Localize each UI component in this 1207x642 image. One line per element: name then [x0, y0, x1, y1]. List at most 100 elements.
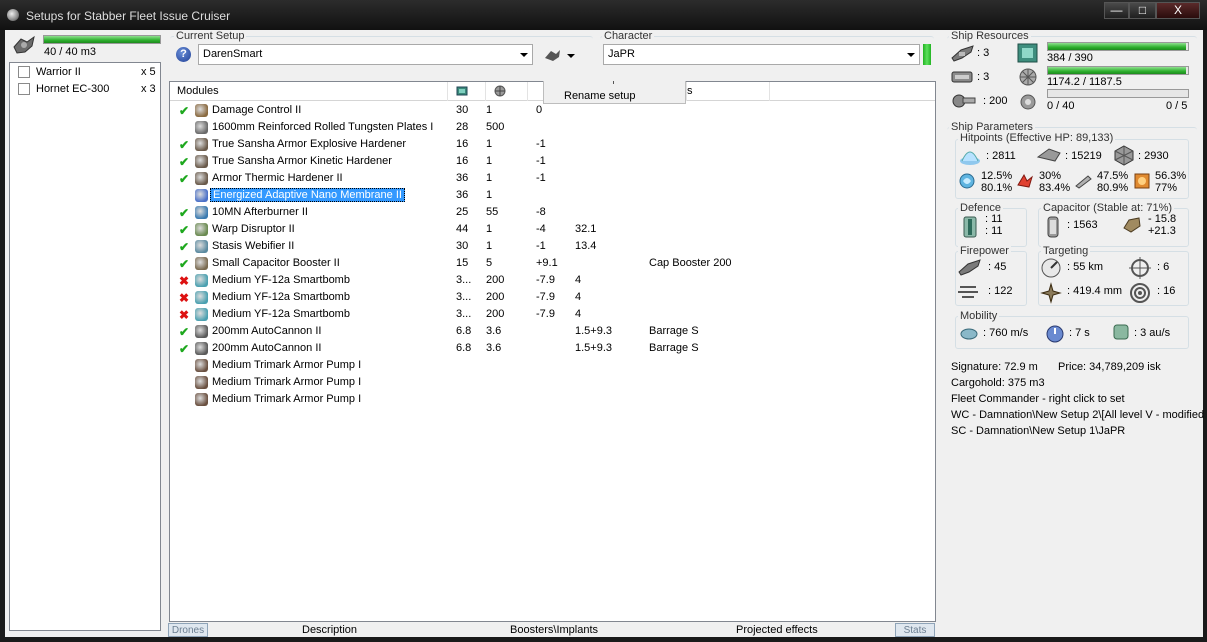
module-c4: 1.5+9.3: [575, 342, 613, 354]
module-row[interactable]: Medium Trimark Armor Pump I: [170, 357, 930, 374]
squad-commander-text: SC - Damnation\New Setup 1\JaPR: [951, 425, 1126, 437]
module-name: Small Capacitor Booster II: [212, 257, 340, 269]
drone-count: x 5: [141, 66, 156, 78]
module-row[interactable]: ✖ Medium YF-12a Smartbomb 3... 200 -7.9 4: [170, 289, 930, 306]
firepower-drone-value: : 122: [988, 285, 1013, 297]
module-cap: -1: [536, 155, 546, 167]
module-row[interactable]: ✔ True Sansha Armor Kinetic Hardener 16 1 -1: [170, 153, 930, 170]
chevron-down-icon: [907, 53, 915, 57]
module-row[interactable]: ✔ Warp Disruptor II 44 1 -4 32.1: [170, 221, 930, 238]
warp-speed-icon: [1110, 320, 1132, 344]
col-powergrid[interactable]: [486, 82, 528, 101]
module-row[interactable]: Medium Trimark Armor Pump I: [170, 374, 930, 391]
drone-list[interactable]: Warrior II x 5 Hornet EC-300 x 3: [9, 62, 161, 631]
module-row[interactable]: ✔ True Sansha Armor Explosive Hardener 16 1…: [170, 136, 930, 153]
current-setup-label: Current Setup: [174, 30, 247, 42]
module-icon: [195, 308, 208, 321]
character-label: Character: [602, 30, 655, 42]
module-cap: +9.1: [536, 257, 558, 269]
signature-text: Signature: 72.9 m: [951, 361, 1038, 373]
module-cap: 0: [536, 104, 543, 116]
window-title: Setups for Stabber Fleet Issue Cruiser: [26, 9, 231, 23]
em-resist-armor: 80.1%: [981, 182, 1013, 194]
col-modules[interactable]: Modules: [170, 82, 448, 101]
module-row[interactable]: ✔ 200mm AutoCannon II 6.8 3.6 1.5+9.3 Barrage…: [170, 340, 930, 357]
offline-x-icon: ✖: [179, 308, 190, 322]
module-icon: [195, 325, 208, 338]
module-cap: -7.9: [536, 274, 555, 286]
targeting-range-value: : 55 km: [1067, 261, 1104, 273]
module-cpu: 3...: [456, 274, 472, 286]
col-charge[interactable]: s: [680, 82, 770, 101]
module-icon: [195, 121, 208, 134]
character-select[interactable]: JaPR: [603, 44, 920, 65]
turret-hardpoints-value: : 3: [977, 47, 990, 59]
shield-icon: [956, 143, 984, 167]
online-check-icon: ✔: [179, 223, 190, 237]
drone-checkbox[interactable]: [18, 83, 30, 95]
tab-stats[interactable]: Stats: [895, 623, 935, 637]
help-icon[interactable]: ?: [176, 47, 191, 62]
module-icon: [195, 172, 208, 185]
module-row[interactable]: Medium Trimark Armor Pump I: [170, 391, 930, 408]
tab-drones[interactable]: Drones: [168, 623, 208, 637]
setup-select-value: DarenSmart: [203, 48, 263, 60]
module-row[interactable]: ✔ 10MN Afterburner II 25 55 -8: [170, 204, 930, 221]
drone-count: x 3: [141, 83, 156, 95]
tab-projected-effects[interactable]: Projected effects: [736, 623, 818, 637]
module-icon: [195, 138, 208, 151]
module-row[interactable]: ✔ Small Capacitor Booster II 15 5 +9.1 Cap Bo…: [170, 255, 930, 272]
module-icon: [195, 155, 208, 168]
powergrid-bar: [1047, 66, 1189, 75]
module-charge: Barrage S: [649, 342, 699, 354]
module-pg: 1: [486, 138, 493, 150]
tab-boosters-implants[interactable]: Boosters\Implants: [510, 623, 598, 637]
module-name: Medium YF-12a Smartbomb: [212, 291, 350, 303]
module-name: 200mm AutoCannon II: [212, 325, 322, 337]
close-button[interactable]: X: [1156, 2, 1200, 19]
module-row[interactable]: ✔ Armor Thermic Hardener II 36 1 -1: [170, 170, 930, 187]
module-row[interactable]: ✔ Damage Control II 30 1 0: [170, 102, 930, 119]
module-c4: 1.5+9.3: [575, 325, 613, 337]
drone-bay-bar: [43, 35, 161, 44]
drone-checkbox[interactable]: [18, 66, 30, 78]
module-row[interactable]: ✔ 200mm AutoCannon II 6.8 3.6 1.5+9.3 Barrage…: [170, 323, 930, 340]
rename-setup-menu-item[interactable]: Rename setup: [564, 90, 636, 102]
em-resist-icon: [957, 171, 977, 191]
module-pg: 1: [486, 172, 493, 184]
module-pg: 55: [486, 206, 499, 218]
module-cpu: 15: [456, 257, 469, 269]
modules-list[interactable]: Modules s ✔ Damage Control II 30 1 0 1600mm R…: [169, 81, 936, 622]
cpu-bar: [1047, 42, 1189, 51]
character-status-indicator: [923, 44, 931, 65]
maximize-button[interactable]: □: [1129, 2, 1156, 19]
col-cpu[interactable]: [448, 82, 486, 101]
setup-tools-button[interactable]: [543, 46, 577, 64]
drone-name: Hornet EC-300: [36, 83, 110, 95]
module-icon: [195, 223, 208, 236]
module-charge: Cap Booster 200: [649, 257, 732, 269]
capacitor-amount: : 1563: [1067, 219, 1098, 231]
module-cpu: 6.8: [456, 342, 472, 354]
capacitor-recharge-icon: [1121, 214, 1143, 236]
max-velocity-icon: [958, 322, 980, 344]
module-pg: 1: [486, 223, 493, 235]
module-row[interactable]: 1600mm Reinforced Rolled Tungsten Plates…: [170, 119, 930, 136]
module-row[interactable]: ✖ Medium YF-12a Smartbomb 3... 200 -7.9 4: [170, 306, 930, 323]
module-name: Energized Adaptive Nano Membrane II: [210, 188, 405, 202]
online-check-icon: ✔: [179, 206, 190, 220]
tab-description[interactable]: Description: [302, 623, 357, 637]
module-cap: -1: [536, 240, 546, 252]
col-capacitor[interactable]: [528, 82, 544, 101]
setup-select[interactable]: DarenSmart: [198, 44, 533, 65]
max-targets-icon: [1128, 256, 1152, 280]
module-icon: [195, 104, 208, 117]
module-icon: [195, 291, 208, 304]
module-row[interactable]: ✖ Medium YF-12a Smartbomb 3... 200 -7.9 4: [170, 272, 930, 289]
module-row[interactable]: Energized Adaptive Nano Membrane II 36 1: [170, 187, 930, 204]
minimize-button[interactable]: —: [1104, 2, 1129, 19]
module-row[interactable]: ✔ Stasis Webifier II 30 1 -1 13.4: [170, 238, 930, 255]
module-c4: 4: [575, 291, 582, 303]
fleet-commander-text[interactable]: Fleet Commander - right click to set: [951, 393, 1125, 405]
module-name: 10MN Afterburner II: [212, 206, 308, 218]
